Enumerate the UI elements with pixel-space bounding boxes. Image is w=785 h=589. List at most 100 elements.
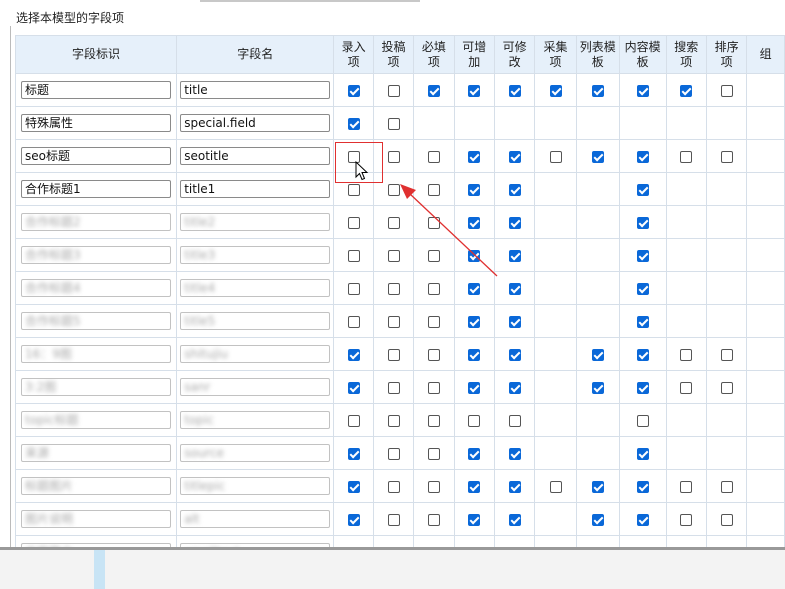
field-name-input[interactable]: title4 [180, 279, 331, 297]
field-name-input[interactable]: title1 [180, 180, 331, 198]
field-name-input[interactable]: topic [180, 411, 331, 429]
addable-checkbox[interactable] [468, 415, 481, 427]
contribute-checkbox[interactable] [387, 448, 400, 460]
list-template-checkbox[interactable] [591, 481, 604, 493]
collect-checkbox[interactable] [549, 85, 562, 97]
field-label-input[interactable]: 特殊属性 [21, 114, 172, 132]
list-template-checkbox[interactable] [591, 349, 604, 361]
contribute-checkbox[interactable] [387, 250, 400, 262]
content-template-checkbox[interactable] [636, 448, 649, 460]
list-template-checkbox[interactable] [591, 514, 604, 526]
contribute-checkbox[interactable] [387, 217, 400, 229]
input-checkbox[interactable] [347, 250, 360, 262]
field-label-input[interactable]: 16：9图 [21, 345, 172, 363]
addable-checkbox[interactable] [468, 85, 481, 97]
required-checkbox[interactable] [427, 316, 440, 328]
editable-checkbox[interactable] [508, 415, 521, 427]
field-label-input[interactable]: 合作标题4 [21, 279, 172, 297]
list-template-checkbox[interactable] [591, 85, 604, 97]
field-label-input[interactable]: 合作标题1 [21, 180, 172, 198]
field-name-input[interactable]: title [180, 81, 331, 99]
input-checkbox[interactable] [347, 85, 360, 97]
editable-checkbox[interactable] [508, 85, 521, 97]
field-name-input[interactable]: sanr [180, 378, 331, 396]
content-template-checkbox[interactable] [636, 250, 649, 262]
collect-checkbox[interactable] [549, 481, 562, 493]
content-template-checkbox[interactable] [636, 184, 649, 196]
contribute-checkbox[interactable] [387, 151, 400, 163]
content-template-checkbox[interactable] [636, 316, 649, 328]
search-checkbox[interactable] [680, 481, 693, 493]
editable-checkbox[interactable] [508, 184, 521, 196]
input-checkbox[interactable] [347, 283, 360, 295]
editable-checkbox[interactable] [508, 283, 521, 295]
required-checkbox[interactable] [427, 283, 440, 295]
content-template-checkbox[interactable] [636, 382, 649, 394]
addable-checkbox[interactable] [468, 514, 481, 526]
content-template-checkbox[interactable] [636, 151, 649, 163]
editable-checkbox[interactable] [508, 514, 521, 526]
content-template-checkbox[interactable] [636, 85, 649, 97]
contribute-checkbox[interactable] [387, 349, 400, 361]
field-label-input[interactable]: 图片说明 [21, 510, 172, 528]
content-template-checkbox[interactable] [636, 481, 649, 493]
field-name-input[interactable]: shitujiu [180, 345, 331, 363]
addable-checkbox[interactable] [468, 184, 481, 196]
editable-checkbox[interactable] [508, 382, 521, 394]
required-checkbox[interactable] [427, 448, 440, 460]
field-label-input[interactable]: 来源 [21, 444, 172, 462]
editable-checkbox[interactable] [508, 349, 521, 361]
field-label-input[interactable]: 合作标题5 [21, 312, 172, 330]
search-checkbox[interactable] [680, 349, 693, 361]
editable-checkbox[interactable] [508, 151, 521, 163]
addable-checkbox[interactable] [468, 250, 481, 262]
contribute-checkbox[interactable] [387, 481, 400, 493]
input-checkbox[interactable] [347, 217, 360, 229]
contribute-checkbox[interactable] [387, 415, 400, 427]
sort-checkbox[interactable] [720, 349, 733, 361]
sort-checkbox[interactable] [720, 85, 733, 97]
search-checkbox[interactable] [680, 382, 693, 394]
addable-checkbox[interactable] [468, 448, 481, 460]
contribute-checkbox[interactable] [387, 118, 400, 130]
required-checkbox[interactable] [427, 250, 440, 262]
contribute-checkbox[interactable] [387, 184, 400, 196]
editable-checkbox[interactable] [508, 316, 521, 328]
editable-checkbox[interactable] [508, 217, 521, 229]
editable-checkbox[interactable] [508, 250, 521, 262]
input-checkbox[interactable] [347, 349, 360, 361]
contribute-checkbox[interactable] [387, 283, 400, 295]
field-label-input[interactable]: topic标题 [21, 411, 172, 429]
input-checkbox[interactable] [347, 514, 360, 526]
content-template-checkbox[interactable] [636, 217, 649, 229]
content-template-checkbox[interactable] [636, 349, 649, 361]
addable-checkbox[interactable] [468, 481, 481, 493]
content-template-checkbox[interactable] [636, 283, 649, 295]
content-template-checkbox[interactable] [636, 514, 649, 526]
required-checkbox[interactable] [427, 217, 440, 229]
field-label-input[interactable]: seo标题 [21, 147, 172, 165]
field-name-input[interactable]: titlepic [180, 477, 331, 495]
addable-checkbox[interactable] [468, 316, 481, 328]
input-checkbox[interactable] [347, 382, 360, 394]
input-checkbox[interactable] [347, 118, 360, 130]
field-name-input[interactable]: source [180, 444, 331, 462]
field-name-input[interactable]: special.field [180, 114, 331, 132]
input-checkbox[interactable] [347, 184, 360, 196]
required-checkbox[interactable] [427, 85, 440, 97]
field-label-input[interactable]: 标题 [21, 81, 172, 99]
contribute-checkbox[interactable] [387, 85, 400, 97]
editable-checkbox[interactable] [508, 448, 521, 460]
editable-checkbox[interactable] [508, 481, 521, 493]
collect-checkbox[interactable] [549, 151, 562, 163]
contribute-checkbox[interactable] [387, 382, 400, 394]
search-checkbox[interactable] [680, 151, 693, 163]
addable-checkbox[interactable] [468, 349, 481, 361]
contribute-checkbox[interactable] [387, 514, 400, 526]
search-checkbox[interactable] [680, 514, 693, 526]
field-label-input[interactable]: 合作标题3 [21, 246, 172, 264]
addable-checkbox[interactable] [468, 151, 481, 163]
sort-checkbox[interactable] [720, 481, 733, 493]
field-name-input[interactable]: seotitle [180, 147, 331, 165]
input-checkbox[interactable] [347, 481, 360, 493]
